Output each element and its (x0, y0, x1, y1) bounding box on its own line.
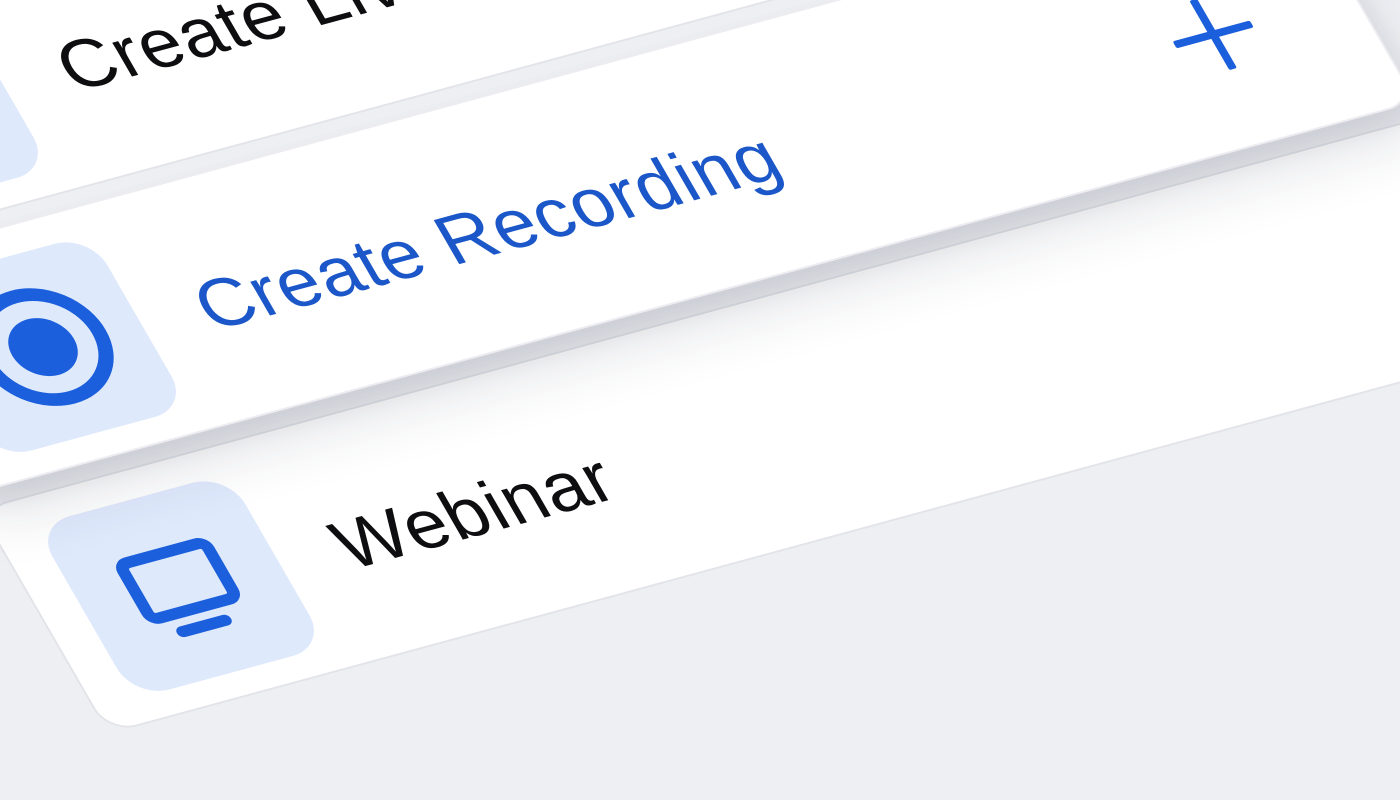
menu-item-label: Webinar (316, 438, 630, 585)
menu-item-label: Create Recording (178, 117, 796, 346)
record-icon-tile (0, 234, 190, 460)
plus-icon[interactable] (1155, 0, 1272, 80)
record-icon (0, 288, 114, 406)
webinar-icon-tile (34, 473, 328, 699)
app-stage: Create Live stream Create Recording Webi… (0, 0, 1400, 800)
webinar-icon (116, 538, 240, 638)
